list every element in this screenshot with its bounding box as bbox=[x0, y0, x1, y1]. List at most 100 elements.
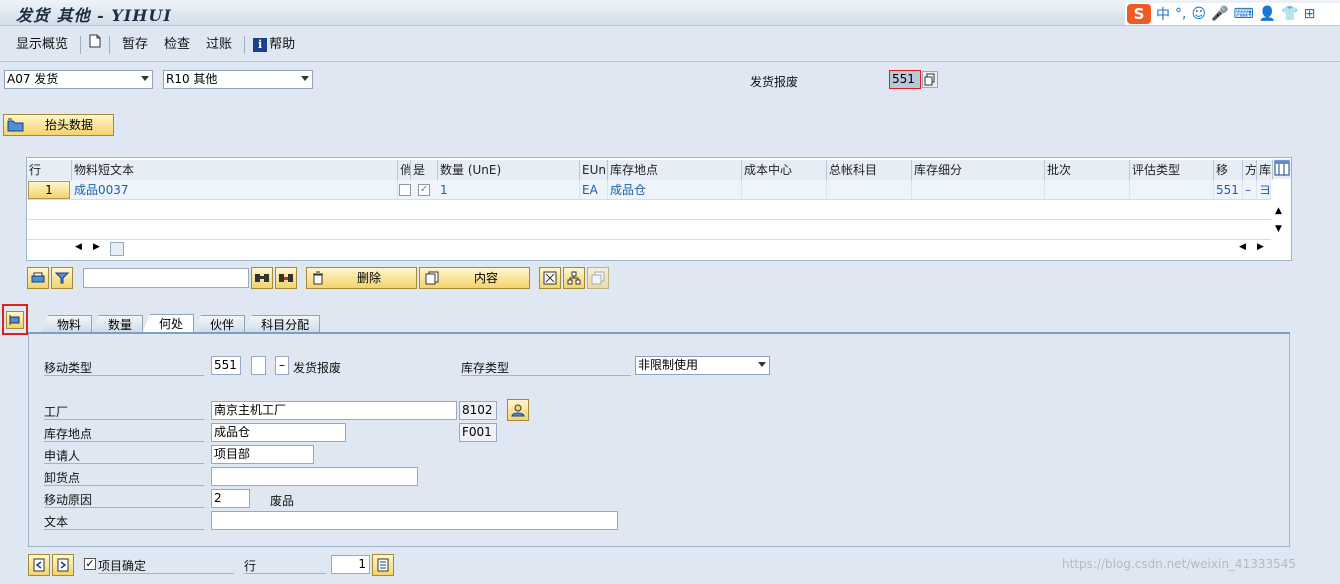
find-next-icon[interactable] bbox=[275, 267, 297, 289]
scroll-up-icon[interactable]: ▲ bbox=[1275, 206, 1282, 216]
ime-punct-icon[interactable]: °, bbox=[1175, 6, 1186, 22]
scroll-right-icon[interactable]: ▶ bbox=[93, 242, 100, 252]
ime-menu-icon[interactable]: ⊞ bbox=[1304, 6, 1316, 22]
cell-gl-account[interactable] bbox=[827, 180, 912, 200]
help-button[interactable]: i 帮助 bbox=[249, 33, 299, 57]
item-ok-checkbox[interactable]: ✓ bbox=[84, 558, 96, 570]
cell-cost-center[interactable] bbox=[742, 180, 827, 200]
cell-valuation[interactable] bbox=[1130, 180, 1214, 200]
info-icon: i bbox=[253, 38, 268, 52]
scroll-left-end-icon[interactable]: ◀ bbox=[1239, 242, 1246, 252]
col-line[interactable]: 行 bbox=[27, 160, 72, 180]
cell-quantity[interactable]: 1 bbox=[438, 180, 580, 200]
show-overview-button[interactable]: 显示概览 bbox=[8, 33, 76, 57]
stock-type-dropdown[interactable]: 非限制使用 bbox=[635, 356, 770, 375]
col-cost-center[interactable]: 成本中心 bbox=[742, 160, 827, 180]
col-stock-seg[interactable]: 库存细分 bbox=[912, 160, 1045, 180]
col-unit[interactable]: EUn bbox=[580, 160, 608, 180]
requester-label: 申请人 bbox=[44, 447, 204, 464]
reason-field[interactable]: 2 bbox=[211, 489, 250, 508]
row-checkbox-2[interactable]: ✓ bbox=[418, 184, 430, 196]
requester-field[interactable]: 项目部 bbox=[211, 445, 314, 464]
plant-name-field[interactable]: 南京主机工厂 bbox=[211, 401, 457, 420]
window-title: 发货 其他 - YIHUI bbox=[16, 6, 172, 25]
line-field[interactable]: 1 bbox=[331, 555, 370, 574]
plant-label: 工厂 bbox=[44, 403, 204, 420]
toolbar-separator bbox=[244, 36, 246, 54]
stack-icon[interactable] bbox=[587, 267, 609, 289]
col-flag1[interactable]: 俏 bbox=[398, 160, 411, 180]
col-flag2[interactable]: 是 bbox=[411, 160, 438, 180]
column-settings-icon[interactable] bbox=[1273, 159, 1291, 179]
col-quantity[interactable]: 数量 (UnE) bbox=[438, 160, 580, 180]
unload-field[interactable] bbox=[211, 467, 418, 486]
cell-material[interactable]: 成品0037 bbox=[72, 180, 398, 200]
check-button[interactable]: 检查 bbox=[156, 33, 198, 57]
col-valuation[interactable]: 评估类型 bbox=[1130, 160, 1214, 180]
cell-stock[interactable]: ヨ bbox=[1257, 180, 1271, 200]
cell-dir[interactable]: – bbox=[1243, 180, 1257, 200]
ime-keyboard-icon[interactable]: ⌨ bbox=[1234, 6, 1254, 22]
plant-address-icon[interactable] bbox=[507, 399, 529, 421]
sogou-logo-icon[interactable]: S bbox=[1127, 4, 1151, 24]
col-mvt[interactable]: 移 bbox=[1214, 160, 1243, 180]
col-batch[interactable]: 批次 bbox=[1045, 160, 1130, 180]
transaction-dropdown[interactable]: A07 发货 bbox=[4, 70, 153, 89]
toggle-detail-button[interactable] bbox=[2, 304, 28, 335]
expand-icon[interactable] bbox=[539, 267, 561, 289]
cell-batch[interactable] bbox=[1045, 180, 1130, 200]
mvt-plus-field[interactable] bbox=[251, 356, 266, 375]
cell-mvt[interactable]: 551 bbox=[1214, 180, 1243, 200]
col-dir[interactable]: 方 bbox=[1243, 160, 1257, 180]
sloc-label: 库存地点 bbox=[44, 425, 204, 442]
toolbar-separator bbox=[80, 36, 82, 54]
cell-stock-seg[interactable] bbox=[912, 180, 1045, 200]
row-selector[interactable]: 1 bbox=[28, 181, 70, 199]
table-row[interactable]: 1 成品0037 ✓ 1 EA 成品仓 551 – ヨ bbox=[27, 180, 1271, 200]
scroll-left-icon[interactable]: ◀ bbox=[75, 242, 82, 252]
post-button[interactable]: 过账 bbox=[198, 33, 240, 57]
col-sloc[interactable]: 库存地点 bbox=[608, 160, 742, 180]
go-to-line-icon[interactable] bbox=[372, 554, 394, 576]
delete-button[interactable]: 删除 bbox=[306, 267, 417, 289]
text-label: 文本 bbox=[44, 513, 204, 530]
scroll-down-icon[interactable]: ▼ bbox=[1275, 224, 1282, 234]
copy-icon[interactable] bbox=[922, 71, 938, 88]
col-stock[interactable]: 库 bbox=[1257, 160, 1273, 180]
scroll-right-end-icon[interactable]: ▶ bbox=[1257, 242, 1264, 252]
sloc-name-field[interactable]: 成品仓 bbox=[211, 423, 346, 442]
table-row[interactable] bbox=[27, 220, 1271, 240]
content-button[interactable]: 内容 bbox=[419, 267, 530, 289]
ime-mic-icon[interactable]: 🎤 bbox=[1211, 6, 1228, 22]
row-checkbox-1[interactable] bbox=[399, 184, 411, 196]
movement-type-field[interactable]: 551 bbox=[889, 70, 921, 89]
mvt-type-field[interactable]: 551 bbox=[211, 356, 241, 375]
col-material[interactable]: 物料短文本 bbox=[72, 160, 398, 180]
hold-button[interactable]: 暂存 bbox=[114, 33, 156, 57]
next-item-icon[interactable] bbox=[52, 554, 74, 576]
previous-item-icon[interactable] bbox=[28, 554, 50, 576]
table-row[interactable] bbox=[27, 200, 1271, 220]
print-icon[interactable] bbox=[27, 267, 49, 289]
col-gl-account[interactable]: 总帐科目 bbox=[827, 160, 912, 180]
new-document-button[interactable] bbox=[85, 33, 105, 57]
filter-icon[interactable] bbox=[51, 267, 73, 289]
search-input[interactable] bbox=[83, 268, 249, 288]
text-field[interactable] bbox=[211, 511, 618, 530]
cell-unit[interactable]: EA bbox=[580, 180, 608, 200]
mvt-minus-field[interactable]: – bbox=[275, 356, 289, 375]
ime-user-icon[interactable]: 👤 bbox=[1259, 6, 1276, 22]
reference-value: R10 其他 bbox=[166, 72, 218, 86]
unload-label: 卸货点 bbox=[44, 469, 204, 486]
ime-emoji-icon[interactable]: ☺ bbox=[1191, 6, 1206, 22]
cell-sloc[interactable]: 成品仓 bbox=[608, 180, 742, 200]
find-icon[interactable] bbox=[251, 267, 273, 289]
header-data-button[interactable]: 抬头数据 bbox=[3, 114, 114, 136]
tab-where[interactable]: 何处 bbox=[142, 314, 195, 334]
hierarchy-icon[interactable] bbox=[563, 267, 585, 289]
reference-dropdown[interactable]: R10 其他 bbox=[163, 70, 313, 89]
ime-lang-icon[interactable]: 中 bbox=[1156, 4, 1170, 24]
horizontal-scrollbar-thumb[interactable] bbox=[110, 242, 124, 256]
ime-skin-icon[interactable]: 👕 bbox=[1281, 6, 1298, 22]
document-icon bbox=[89, 34, 101, 48]
